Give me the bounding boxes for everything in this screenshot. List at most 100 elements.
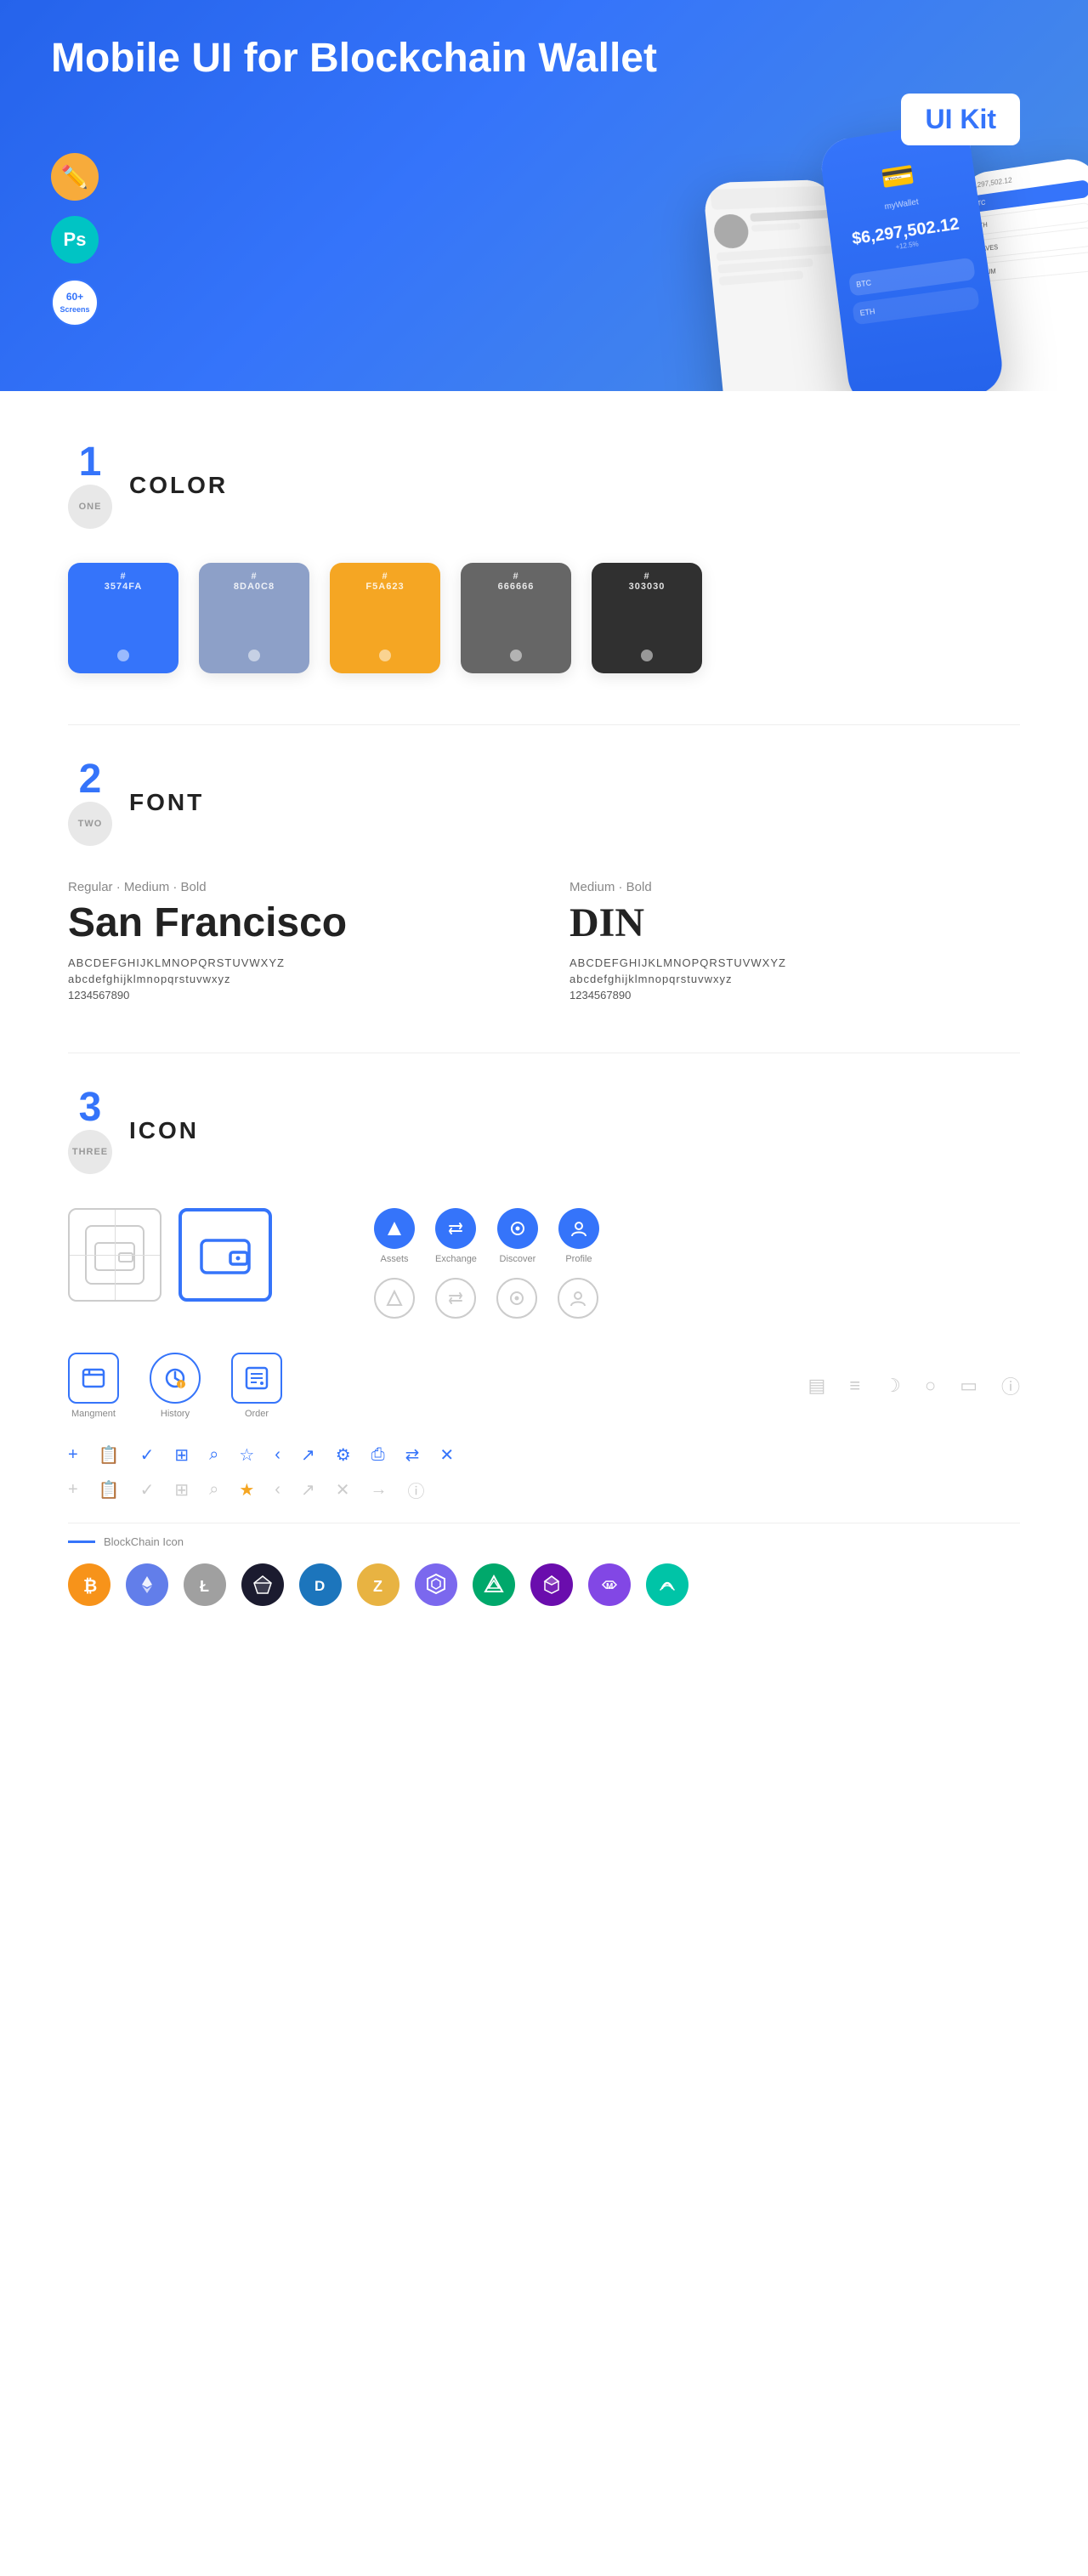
swatch-gray-code: #666666: [461, 571, 571, 592]
font-din-lower: abcdefghijklmnopqrstuvwxyz: [570, 973, 1020, 985]
icon-history: ! History: [150, 1353, 201, 1419]
management-label: Mangment: [71, 1409, 116, 1419]
discover-label: Discover: [500, 1254, 536, 1264]
swatch-blue-dot: [117, 650, 129, 661]
font-din-upper: ABCDEFGHIJKLMNOPQRSTUVWXYZ: [570, 956, 1020, 969]
hero-title: Mobile UI for Blockchain Wallet: [51, 34, 657, 83]
sketch-icon: ✏️: [61, 164, 88, 190]
icon-assets: Assets: [374, 1208, 415, 1264]
star-icon: ☆: [239, 1444, 254, 1466]
color-swatches-container: #3574FA #8DA0C8 #F5A623 #666666 #303030: [68, 563, 1020, 673]
history-label: History: [161, 1409, 190, 1419]
dash-svg: D: [309, 1573, 332, 1597]
exchange-svg: [446, 1219, 465, 1238]
search-outline-icon: ⌕: [209, 1480, 218, 1500]
litecoin-icon: Ł: [184, 1563, 226, 1606]
svg-text:Ł: Ł: [200, 1578, 209, 1595]
swatch-orange-code: #F5A623: [330, 571, 440, 592]
misc-chat-icon: ▤: [808, 1375, 826, 1397]
order-label: Order: [245, 1409, 269, 1419]
icon-wireframe-group: [68, 1208, 272, 1302]
management-box: [68, 1353, 119, 1404]
svg-text:D: D: [314, 1578, 325, 1594]
wallet-blue-svg: [200, 1234, 251, 1276]
font-section-num: 2 TWO: [68, 759, 112, 846]
icon-section-num: 3 THREE: [68, 1087, 112, 1174]
svg-text:₿: ₿: [83, 1577, 97, 1596]
swap-icon: ⇄: [405, 1444, 420, 1466]
check-icon: ✓: [140, 1444, 155, 1466]
swatch-dark-code: #303030: [592, 571, 702, 592]
screens-count: 60+Screens: [60, 291, 89, 315]
discover-svg: [508, 1219, 527, 1238]
matic-icon: M: [588, 1563, 631, 1606]
matic-svg: M: [598, 1573, 621, 1597]
font-title: FONT: [129, 789, 204, 816]
ps-icon: Ps: [64, 229, 87, 251]
profile-outline-svg: [569, 1289, 587, 1308]
dash-icon: D: [299, 1563, 342, 1606]
assets-circle: [374, 1208, 415, 1249]
icon-exchange-outline: [435, 1278, 476, 1319]
color-section-num: 1 ONE: [68, 442, 112, 529]
icon-discover: Discover: [497, 1208, 538, 1264]
close-icon: ✕: [439, 1444, 454, 1466]
swatch-gray: #666666: [461, 563, 571, 673]
icon-order: Order: [231, 1353, 282, 1419]
font-sf-lower: abcdefghijklmnopqrstuvwxyz: [68, 973, 518, 985]
plus-icon: +: [68, 1445, 78, 1465]
profile-outline-circle: [558, 1278, 598, 1319]
font-din: Medium · Bold DIN ABCDEFGHIJKLMNOPQRSTUV…: [570, 880, 1020, 1001]
info-outline-icon: ⓘ: [407, 1478, 424, 1502]
back-icon: ‹: [275, 1445, 280, 1465]
ethereum-icon: [126, 1563, 168, 1606]
skycoin-svg: [655, 1573, 679, 1597]
font-number-label: TWO: [68, 802, 112, 846]
main-content: 1 ONE COLOR #3574FA #8DA0C8 #F5A623 #666…: [0, 391, 1088, 1708]
star-active-icon: ★: [239, 1479, 254, 1501]
color-number-label: ONE: [68, 485, 112, 529]
swatch-grayblue-dot: [248, 650, 260, 661]
font-sf-name: San Francisco: [68, 899, 518, 946]
phones-mockup: 💳 myWallet $6,297,502.12 +12.5% BTC ETH …: [714, 128, 1088, 391]
icon-title: ICON: [129, 1117, 199, 1144]
svg-text:M: M: [606, 1582, 613, 1592]
font-sf-numbers: 1234567890: [68, 989, 518, 1001]
font-sf-style: Regular · Medium · Bold: [68, 880, 518, 894]
eth-svg: [135, 1573, 159, 1597]
hero-section: Mobile UI for Blockchain Wallet UI Kit ✏…: [0, 0, 1088, 391]
zcash-svg: Z: [366, 1573, 390, 1597]
font-din-name: DIN: [570, 899, 1020, 946]
ltc-svg: Ł: [193, 1573, 217, 1597]
gem-svg: [251, 1573, 275, 1597]
hero-badges: ✏️ Ps 60+Screens: [51, 153, 99, 326]
settings-icon: ⚙: [336, 1444, 351, 1466]
hero-title-bold: Wallet: [538, 36, 657, 81]
gem-icon: [241, 1563, 284, 1606]
assets-outline-svg: [385, 1289, 404, 1308]
zcash-icon: Z: [357, 1563, 400, 1606]
icon-discover-outline: [496, 1278, 537, 1319]
misc-info-icon: ⓘ: [1001, 1372, 1020, 1399]
icon-management: Mangment: [68, 1353, 119, 1419]
close-x-icon: ✕: [336, 1479, 350, 1501]
swatch-dark-dot: [641, 650, 653, 661]
hero-title-regular: Mobile UI for Blockchain: [51, 36, 538, 81]
font-number-big: 2: [79, 759, 102, 800]
history-svg: !: [162, 1365, 188, 1391]
icon-section-header: 3 THREE ICON: [68, 1087, 1020, 1174]
ui-kit-badge: UI Kit: [901, 94, 1020, 145]
divider-1: [68, 724, 1020, 725]
discover-outline-circle: [496, 1278, 537, 1319]
crystal-icon: [530, 1563, 573, 1606]
font-din-numbers: 1234567890: [570, 989, 1020, 1001]
swatch-blue: #3574FA: [68, 563, 178, 673]
svg-text:!: !: [180, 1382, 183, 1389]
sketch-badge: ✏️: [51, 153, 99, 201]
back-outline-icon: ‹: [275, 1480, 280, 1500]
grid-svg: [423, 1572, 449, 1597]
blockchain-line: [68, 1540, 95, 1543]
swatch-orange-dot: [379, 650, 391, 661]
icon-outline-row: [374, 1278, 599, 1319]
swatch-dark: #303030: [592, 563, 702, 673]
